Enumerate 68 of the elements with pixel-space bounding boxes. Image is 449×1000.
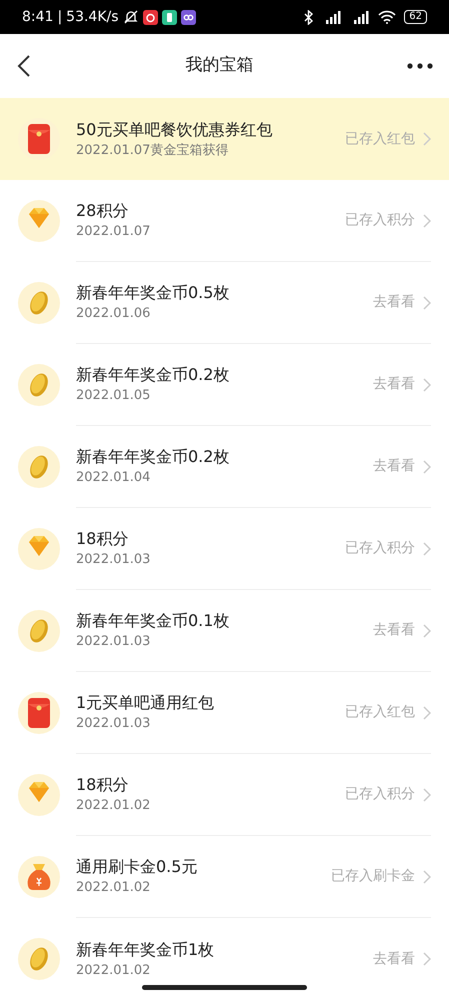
item-title: 1元买单吧通用红包 [76, 693, 214, 712]
list-item[interactable]: 18积分 2022.01.03 已存入积分 [0, 508, 449, 590]
item-title: 新春年年奖金币1枚 [76, 940, 214, 959]
item-status: 已存入积分 [345, 539, 415, 558]
item-status: 去看看 [373, 457, 415, 476]
item-status: 已存入红包 [345, 130, 415, 148]
item-status: 已存入积分 [345, 785, 415, 804]
chevron-right-icon [423, 460, 431, 474]
back-icon[interactable] [16, 54, 32, 78]
item-title: 18积分 [76, 775, 130, 794]
item-date: 2022.01.02 [76, 798, 150, 814]
chevron-right-icon [423, 952, 431, 966]
app-notification-icon [162, 10, 177, 24]
battery-indicator: 62 [404, 10, 427, 24]
item-date: 2022.01.06 [76, 306, 152, 322]
chevron-right-icon [423, 870, 431, 884]
item-title: 28积分 [76, 201, 130, 220]
list-item[interactable]: 50元买单吧餐饮优惠券红包 2022.01.07黄金宝箱获得 已存入红包 [0, 98, 449, 180]
list-item[interactable]: 新春年年奖金币0.5枚 2022.01.06 去看看 [0, 262, 449, 344]
item-status: 已存入红包 [345, 703, 415, 722]
page-title: 我的宝箱 [186, 54, 254, 78]
item-date: 2022.01.02 [76, 962, 152, 978]
item-status: 去看看 [373, 621, 415, 640]
chevron-right-icon [423, 542, 431, 556]
network-speed: 53.4K/s [66, 8, 119, 26]
chevron-right-icon [423, 788, 431, 802]
list-item[interactable]: 1元买单吧通用红包 2022.01.03 已存入红包 [0, 672, 449, 754]
status-separator: | [57, 8, 62, 26]
chevron-right-icon [423, 378, 431, 392]
list-item[interactable]: 新春年年奖金币0.1枚 2022.01.03 去看看 [0, 590, 449, 672]
bluetooth-icon [304, 10, 314, 24]
item-title: 18积分 [76, 529, 130, 548]
chevron-right-icon [423, 214, 431, 228]
chevron-right-icon [423, 624, 431, 638]
wifi-icon [378, 10, 396, 24]
chevron-right-icon [423, 132, 431, 146]
muted-bell-icon [122, 9, 139, 25]
item-date: 2022.01.07黄金宝箱获得 [76, 142, 230, 158]
item-date: 2022.01.03 [76, 716, 152, 732]
item-status: 去看看 [373, 950, 415, 968]
list-item[interactable]: 新春年年奖金币0.2枚 2022.01.04 去看看 [0, 426, 449, 508]
chevron-right-icon [423, 296, 431, 310]
more-icon[interactable] [407, 63, 433, 69]
status-time: 8:41 [22, 8, 54, 26]
item-date: 2022.01.02 [76, 880, 152, 896]
list-item[interactable]: 18积分 2022.01.02 已存入积分 [0, 754, 449, 836]
app-notification-icon [180, 10, 196, 24]
item-date: 2022.01.03 [76, 634, 152, 650]
app-notification-icon [142, 10, 158, 24]
item-status: 已存入刷卡金 [331, 867, 415, 886]
item-date: 2022.01.04 [76, 470, 152, 486]
item-date: 2022.01.05 [76, 388, 152, 404]
item-title: 通用刷卡金0.5元 [76, 857, 198, 876]
item-status: 去看看 [373, 375, 415, 394]
chevron-right-icon [423, 706, 431, 720]
list-item[interactable]: 新春年年奖金币0.2枚 2022.01.05 去看看 [0, 344, 449, 426]
item-status: 已存入积分 [345, 211, 415, 230]
item-title: 50元买单吧餐饮优惠券红包 [76, 120, 272, 139]
item-title: 新春年年奖金币0.2枚 [76, 365, 230, 384]
item-title: 新春年年奖金币0.5枚 [76, 283, 230, 302]
list-item[interactable]: 通用刷卡金0.5元 2022.01.02 已存入刷卡金 [0, 836, 449, 918]
list-item[interactable]: 28积分 2022.01.07 已存入积分 [0, 180, 449, 262]
item-title: 新春年年奖金币0.1枚 [76, 611, 230, 630]
item-title: 新春年年奖金币0.2枚 [76, 447, 230, 466]
item-date: 2022.01.07 [76, 224, 150, 240]
list-item[interactable]: 新春年年奖金币1枚 2022.01.02 去看看 [0, 918, 449, 1000]
item-status: 去看看 [373, 293, 415, 312]
item-date: 2022.01.03 [76, 552, 150, 568]
